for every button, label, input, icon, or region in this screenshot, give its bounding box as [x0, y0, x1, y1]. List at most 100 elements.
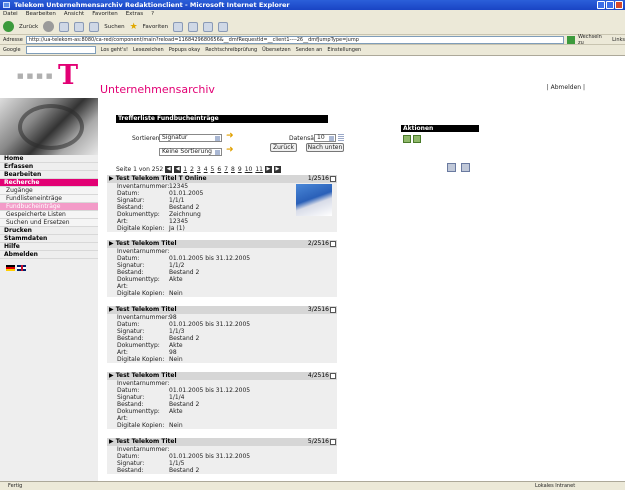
sort-apply-icon[interactable]: ➜: [226, 131, 234, 141]
favorites-button[interactable]: Favoriten: [143, 24, 168, 30]
stop-icon[interactable]: [59, 21, 70, 32]
menu-help[interactable]: ?: [151, 10, 154, 19]
page-number-link[interactable]: 8: [231, 166, 235, 173]
scroll-down-button[interactable]: Nach unten: [306, 143, 344, 152]
address-input[interactable]: http://ua-telekom-as:8080/ca-red/compone…: [25, 35, 564, 44]
list-view-icon[interactable]: [338, 134, 344, 142]
search-button[interactable]: Suchen: [104, 24, 124, 30]
field-label: Dokumenttyp:: [117, 276, 160, 283]
record-checkbox[interactable]: [330, 176, 336, 182]
sidebar-item[interactable]: Abmelden: [0, 251, 98, 259]
sidebar-item[interactable]: Home: [0, 155, 98, 163]
page-number-link[interactable]: 3: [197, 166, 201, 173]
menu-datei[interactable]: Datei: [3, 10, 18, 19]
next-page-icon[interactable]: ▶: [264, 166, 272, 173]
record-header[interactable]: ▶ Test Telekom Titel 2/2516: [107, 240, 337, 248]
spellcheck-button[interactable]: Rechtschreibprüfung: [205, 47, 257, 53]
import-icon[interactable]: [413, 135, 421, 143]
record-checkbox[interactable]: [330, 241, 336, 247]
sort-select-primary[interactable]: Signatur: [159, 134, 222, 142]
print-icon[interactable]: [461, 163, 470, 172]
google-go-button[interactable]: Los geht's!: [101, 47, 128, 53]
sidebar-item[interactable]: Hilfe: [0, 243, 98, 251]
record-checkbox[interactable]: [330, 307, 336, 313]
bookmarks-button[interactable]: Lesezeichen: [133, 47, 164, 53]
links-label[interactable]: Links: [612, 37, 625, 43]
sidebar-item[interactable]: Fundbucheinträge: [0, 203, 98, 211]
page-number-link[interactable]: 11: [255, 166, 263, 173]
back-arrow-icon[interactable]: [3, 21, 14, 32]
page-number-link[interactable]: 9: [238, 166, 242, 173]
page-number-link[interactable]: 5: [211, 166, 215, 173]
favorites-star-icon[interactable]: ★: [130, 22, 138, 32]
record-title[interactable]: Test Telekom Titel T Online: [116, 175, 207, 182]
print-icon[interactable]: [203, 21, 214, 32]
sidebar-item[interactable]: Drucken: [0, 227, 98, 235]
sidebar-item[interactable]: Gespeicherte Listen: [0, 211, 98, 219]
logout-link[interactable]: | Abmelden |: [547, 84, 585, 91]
menu-bearbeiten[interactable]: Bearbeiten: [26, 10, 56, 19]
field-label: Signatur:: [117, 328, 145, 335]
record-thumbnail[interactable]: [296, 184, 332, 216]
record-title[interactable]: Test Telekom Titel: [116, 240, 177, 247]
record-header[interactable]: ▶ Test Telekom Titel T Online 1/2516: [107, 175, 337, 183]
history-icon[interactable]: [173, 21, 184, 32]
page-number-link[interactable]: 4: [204, 166, 208, 173]
sidebar-item[interactable]: Recherche: [0, 179, 98, 187]
mail-icon[interactable]: [188, 21, 199, 32]
sidebar-item[interactable]: Erfassen: [0, 163, 98, 171]
page-number-link[interactable]: 7: [224, 166, 228, 173]
menu-ansicht[interactable]: Ansicht: [64, 10, 84, 19]
close-button[interactable]: [615, 1, 623, 9]
refresh-icon[interactable]: [74, 21, 85, 32]
sort-select-secondary[interactable]: Keine Sortierung: [159, 148, 222, 156]
sidebar-item[interactable]: Stammdaten: [0, 235, 98, 243]
translate-button[interactable]: Übersetzen: [262, 47, 290, 53]
record-checkbox[interactable]: [330, 439, 336, 445]
record-title[interactable]: Test Telekom Titel: [116, 438, 177, 445]
uk-flag-icon[interactable]: [17, 265, 26, 271]
sidebar-item[interactable]: Bearbeiten: [0, 171, 98, 179]
sidebar-item[interactable]: Zugänge: [0, 187, 98, 195]
page-number-link[interactable]: 10: [245, 166, 253, 173]
back-label[interactable]: Zurück: [19, 24, 38, 30]
maximize-button[interactable]: [606, 1, 614, 9]
field-value: 01.01.2005 bis 31.12.2005: [169, 387, 251, 394]
send-to-button[interactable]: Senden an: [296, 47, 323, 53]
field-value: Akte: [169, 408, 183, 415]
forward-arrow-icon[interactable]: [43, 21, 55, 32]
export-icon[interactable]: [403, 135, 411, 143]
record-header[interactable]: ▶ Test Telekom Titel 3/2516: [107, 306, 337, 314]
page-number-link[interactable]: 6: [217, 166, 221, 173]
record-checkbox[interactable]: [330, 373, 336, 379]
home-icon[interactable]: [89, 21, 100, 32]
sidebar-item[interactable]: Fundlisteneinträge: [0, 195, 98, 203]
german-flag-icon[interactable]: [6, 265, 15, 271]
prev-page-icon[interactable]: ◀: [174, 166, 182, 173]
sidebar-item[interactable]: Suchen und Ersetzen: [0, 219, 98, 227]
record-header[interactable]: ▶ Test Telekom Titel 4/2516: [107, 372, 337, 380]
settings-button[interactable]: Einstellungen: [327, 47, 361, 53]
record-title[interactable]: Test Telekom Titel: [116, 306, 177, 313]
go-arrow-icon[interactable]: [567, 35, 575, 44]
page-number-link[interactable]: 2: [190, 166, 194, 173]
sort-apply-secondary-icon[interactable]: ➜: [226, 145, 234, 155]
ie-icon: [3, 2, 10, 8]
copy-icon[interactable]: [447, 163, 456, 172]
header-photo: [0, 98, 98, 155]
menu-extras[interactable]: Extras: [126, 10, 143, 19]
go-button[interactable]: Wechseln zu: [578, 34, 609, 46]
popups-button[interactable]: Popups okay: [169, 47, 201, 53]
record-title[interactable]: Test Telekom Titel: [116, 372, 177, 379]
page-number-link[interactable]: 1: [183, 166, 187, 173]
last-page-icon[interactable]: ▶: [273, 166, 281, 173]
menu-favoriten[interactable]: Favoriten: [92, 10, 117, 19]
records-per-page-select[interactable]: 10: [314, 134, 336, 142]
field-value: Ja (1): [169, 225, 185, 232]
folder-icon[interactable]: [218, 21, 229, 32]
minimize-button[interactable]: [597, 1, 605, 9]
google-search-input[interactable]: [25, 46, 96, 54]
first-page-icon[interactable]: ◀: [165, 166, 173, 173]
record-header[interactable]: ▶ Test Telekom Titel 5/2516: [107, 438, 337, 446]
back-button[interactable]: Zurück: [270, 143, 297, 152]
